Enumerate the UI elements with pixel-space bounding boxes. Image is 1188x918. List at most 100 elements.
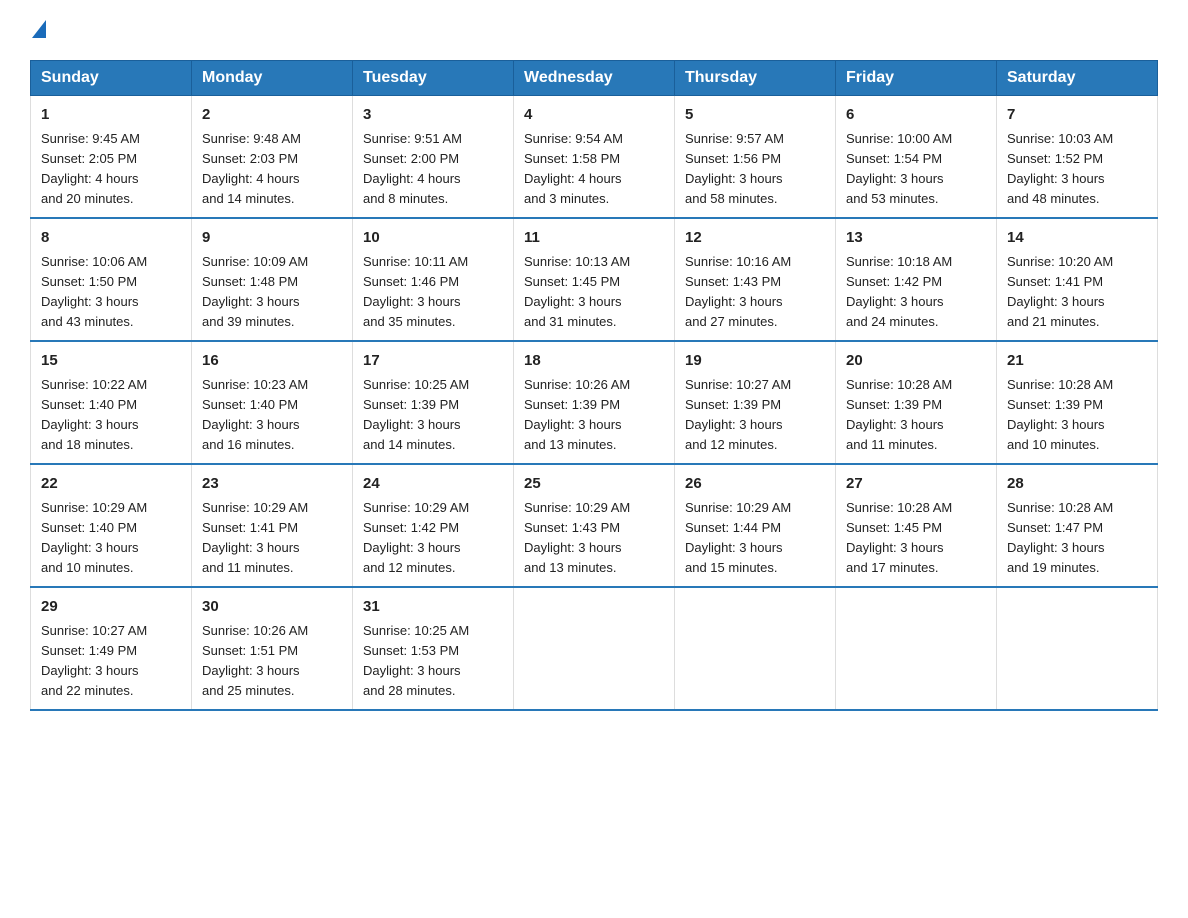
day-number: 3: [363, 104, 503, 127]
day-info: Sunrise: 10:29 AMSunset: 1:40 PMDaylight…: [41, 498, 181, 579]
day-number: 12: [685, 227, 825, 250]
day-info: Sunrise: 9:51 AMSunset: 2:00 PMDaylight:…: [363, 129, 503, 210]
day-number: 23: [202, 473, 342, 496]
day-number: 20: [846, 350, 986, 373]
calendar-cell: 6Sunrise: 10:00 AMSunset: 1:54 PMDayligh…: [836, 96, 997, 219]
day-number: 6: [846, 104, 986, 127]
logo: [30, 20, 48, 42]
day-info: Sunrise: 10:26 AMSunset: 1:51 PMDaylight…: [202, 621, 342, 702]
day-info: Sunrise: 10:22 AMSunset: 1:40 PMDaylight…: [41, 375, 181, 456]
calendar-cell: 5Sunrise: 9:57 AMSunset: 1:56 PMDaylight…: [675, 96, 836, 219]
calendar-cell: 18Sunrise: 10:26 AMSunset: 1:39 PMDaylig…: [514, 341, 675, 464]
day-number: 21: [1007, 350, 1147, 373]
logo-text: [30, 20, 48, 40]
calendar-cell: 30Sunrise: 10:26 AMSunset: 1:51 PMDaylig…: [192, 587, 353, 710]
calendar-cell: 19Sunrise: 10:27 AMSunset: 1:39 PMDaylig…: [675, 341, 836, 464]
calendar-cell: [997, 587, 1158, 710]
calendar-cell: 27Sunrise: 10:28 AMSunset: 1:45 PMDaylig…: [836, 464, 997, 587]
day-number: 11: [524, 227, 664, 250]
day-number: 22: [41, 473, 181, 496]
day-number: 10: [363, 227, 503, 250]
day-number: 16: [202, 350, 342, 373]
calendar-header-thursday: Thursday: [675, 61, 836, 96]
day-number: 7: [1007, 104, 1147, 127]
day-number: 31: [363, 596, 503, 619]
calendar-cell: 23Sunrise: 10:29 AMSunset: 1:41 PMDaylig…: [192, 464, 353, 587]
calendar-header-wednesday: Wednesday: [514, 61, 675, 96]
calendar-cell: 12Sunrise: 10:16 AMSunset: 1:43 PMDaylig…: [675, 218, 836, 341]
day-number: 30: [202, 596, 342, 619]
day-info: Sunrise: 10:28 AMSunset: 1:39 PMDaylight…: [1007, 375, 1147, 456]
logo-triangle-icon: [32, 20, 46, 38]
day-number: 29: [41, 596, 181, 619]
day-info: Sunrise: 10:25 AMSunset: 1:39 PMDaylight…: [363, 375, 503, 456]
day-number: 2: [202, 104, 342, 127]
day-number: 18: [524, 350, 664, 373]
day-info: Sunrise: 10:27 AMSunset: 1:39 PMDaylight…: [685, 375, 825, 456]
day-info: Sunrise: 10:20 AMSunset: 1:41 PMDaylight…: [1007, 252, 1147, 333]
day-info: Sunrise: 10:27 AMSunset: 1:49 PMDaylight…: [41, 621, 181, 702]
calendar-cell: 16Sunrise: 10:23 AMSunset: 1:40 PMDaylig…: [192, 341, 353, 464]
calendar-header-sunday: Sunday: [31, 61, 192, 96]
calendar-header-tuesday: Tuesday: [353, 61, 514, 96]
calendar-cell: 31Sunrise: 10:25 AMSunset: 1:53 PMDaylig…: [353, 587, 514, 710]
calendar-cell: [675, 587, 836, 710]
calendar-cell: 25Sunrise: 10:29 AMSunset: 1:43 PMDaylig…: [514, 464, 675, 587]
day-info: Sunrise: 10:09 AMSunset: 1:48 PMDaylight…: [202, 252, 342, 333]
calendar-cell: 8Sunrise: 10:06 AMSunset: 1:50 PMDayligh…: [31, 218, 192, 341]
calendar-cell: 15Sunrise: 10:22 AMSunset: 1:40 PMDaylig…: [31, 341, 192, 464]
day-info: Sunrise: 9:48 AMSunset: 2:03 PMDaylight:…: [202, 129, 342, 210]
calendar-cell: 24Sunrise: 10:29 AMSunset: 1:42 PMDaylig…: [353, 464, 514, 587]
calendar-cell: [836, 587, 997, 710]
day-info: Sunrise: 10:29 AMSunset: 1:43 PMDaylight…: [524, 498, 664, 579]
day-number: 1: [41, 104, 181, 127]
day-number: 9: [202, 227, 342, 250]
day-info: Sunrise: 9:57 AMSunset: 1:56 PMDaylight:…: [685, 129, 825, 210]
day-number: 13: [846, 227, 986, 250]
day-info: Sunrise: 10:29 AMSunset: 1:42 PMDaylight…: [363, 498, 503, 579]
day-info: Sunrise: 10:25 AMSunset: 1:53 PMDaylight…: [363, 621, 503, 702]
calendar-cell: 17Sunrise: 10:25 AMSunset: 1:39 PMDaylig…: [353, 341, 514, 464]
calendar-cell: 7Sunrise: 10:03 AMSunset: 1:52 PMDayligh…: [997, 96, 1158, 219]
calendar-cell: 21Sunrise: 10:28 AMSunset: 1:39 PMDaylig…: [997, 341, 1158, 464]
calendar-week-row: 15Sunrise: 10:22 AMSunset: 1:40 PMDaylig…: [31, 341, 1158, 464]
day-number: 26: [685, 473, 825, 496]
day-info: Sunrise: 10:28 AMSunset: 1:39 PMDaylight…: [846, 375, 986, 456]
calendar-cell: 13Sunrise: 10:18 AMSunset: 1:42 PMDaylig…: [836, 218, 997, 341]
day-info: Sunrise: 9:54 AMSunset: 1:58 PMDaylight:…: [524, 129, 664, 210]
day-number: 5: [685, 104, 825, 127]
day-info: Sunrise: 10:28 AMSunset: 1:45 PMDaylight…: [846, 498, 986, 579]
day-number: 24: [363, 473, 503, 496]
calendar-cell: 11Sunrise: 10:13 AMSunset: 1:45 PMDaylig…: [514, 218, 675, 341]
calendar-cell: 26Sunrise: 10:29 AMSunset: 1:44 PMDaylig…: [675, 464, 836, 587]
day-number: 28: [1007, 473, 1147, 496]
calendar-cell: 20Sunrise: 10:28 AMSunset: 1:39 PMDaylig…: [836, 341, 997, 464]
calendar-cell: 3Sunrise: 9:51 AMSunset: 2:00 PMDaylight…: [353, 96, 514, 219]
calendar-cell: 28Sunrise: 10:28 AMSunset: 1:47 PMDaylig…: [997, 464, 1158, 587]
day-number: 15: [41, 350, 181, 373]
day-info: Sunrise: 10:23 AMSunset: 1:40 PMDaylight…: [202, 375, 342, 456]
day-info: Sunrise: 9:45 AMSunset: 2:05 PMDaylight:…: [41, 129, 181, 210]
calendar-week-row: 1Sunrise: 9:45 AMSunset: 2:05 PMDaylight…: [31, 96, 1158, 219]
day-info: Sunrise: 10:29 AMSunset: 1:41 PMDaylight…: [202, 498, 342, 579]
calendar-week-row: 8Sunrise: 10:06 AMSunset: 1:50 PMDayligh…: [31, 218, 1158, 341]
calendar-header-row: SundayMondayTuesdayWednesdayThursdayFrid…: [31, 61, 1158, 96]
calendar-cell: [514, 587, 675, 710]
day-info: Sunrise: 10:28 AMSunset: 1:47 PMDaylight…: [1007, 498, 1147, 579]
day-info: Sunrise: 10:29 AMSunset: 1:44 PMDaylight…: [685, 498, 825, 579]
calendar-cell: 22Sunrise: 10:29 AMSunset: 1:40 PMDaylig…: [31, 464, 192, 587]
day-number: 19: [685, 350, 825, 373]
calendar-table: SundayMondayTuesdayWednesdayThursdayFrid…: [30, 60, 1158, 711]
calendar-header-monday: Monday: [192, 61, 353, 96]
calendar-cell: 9Sunrise: 10:09 AMSunset: 1:48 PMDayligh…: [192, 218, 353, 341]
day-info: Sunrise: 10:16 AMSunset: 1:43 PMDaylight…: [685, 252, 825, 333]
page-header: [30, 20, 1158, 42]
calendar-cell: 29Sunrise: 10:27 AMSunset: 1:49 PMDaylig…: [31, 587, 192, 710]
calendar-cell: 2Sunrise: 9:48 AMSunset: 2:03 PMDaylight…: [192, 96, 353, 219]
day-number: 25: [524, 473, 664, 496]
day-info: Sunrise: 10:11 AMSunset: 1:46 PMDaylight…: [363, 252, 503, 333]
calendar-header-friday: Friday: [836, 61, 997, 96]
day-number: 14: [1007, 227, 1147, 250]
day-number: 4: [524, 104, 664, 127]
day-info: Sunrise: 10:26 AMSunset: 1:39 PMDaylight…: [524, 375, 664, 456]
